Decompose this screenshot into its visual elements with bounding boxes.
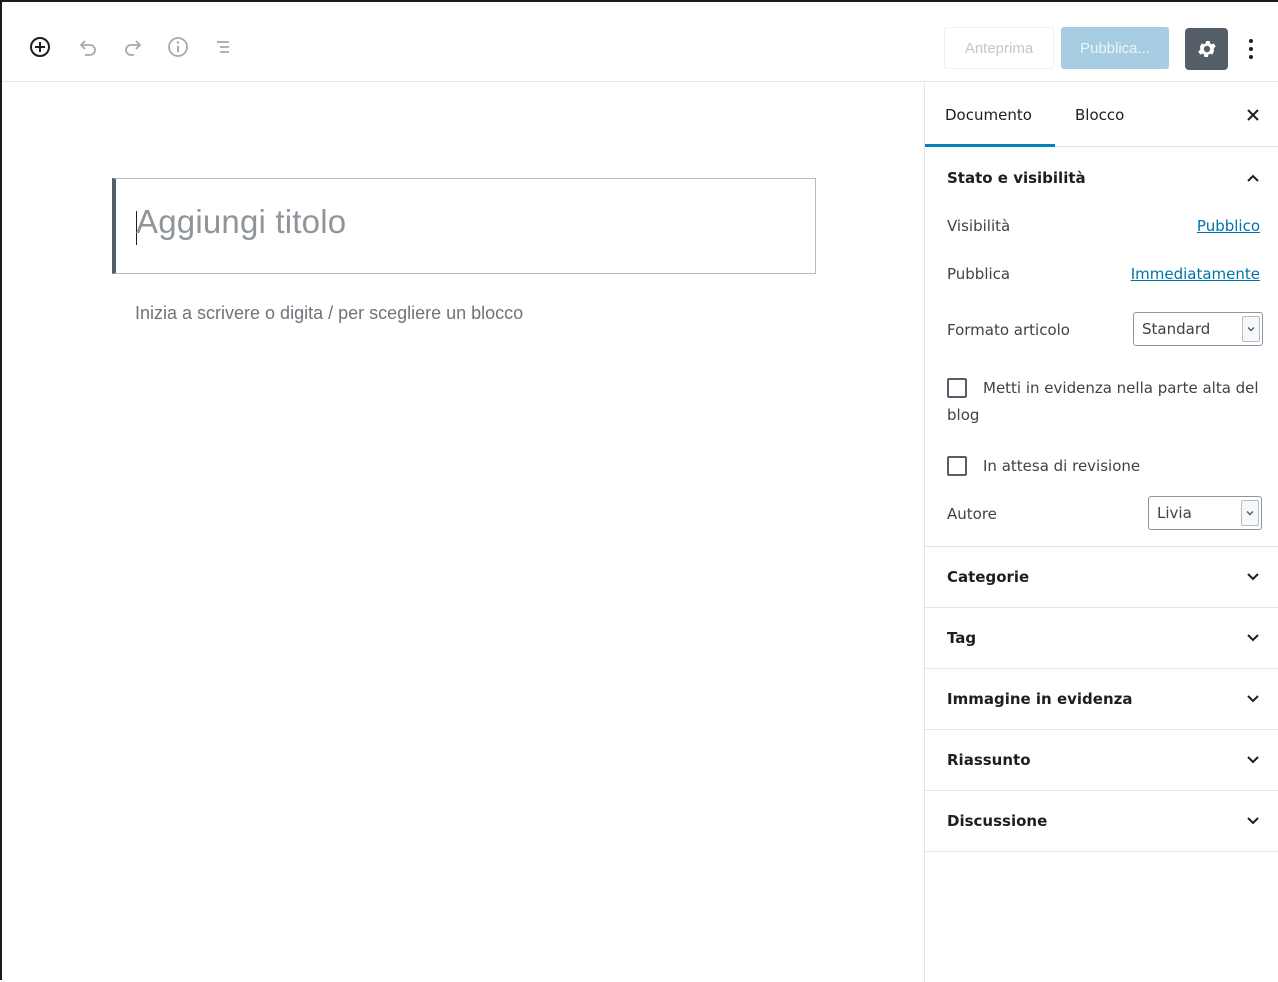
- panel-discussion-toggle[interactable]: Discussione: [925, 791, 1278, 851]
- chevron-down-icon: [1247, 695, 1259, 703]
- visibility-label: Visibilità: [947, 217, 1011, 235]
- panel-title: Categorie: [947, 568, 1030, 586]
- more-dot: [1249, 55, 1253, 59]
- chevron-down-icon: [1241, 500, 1259, 526]
- more-dot: [1249, 47, 1253, 51]
- panel-featured-image-toggle[interactable]: Immagine in evidenza: [925, 669, 1278, 729]
- title-placeholder: Aggiungi titolo: [136, 203, 347, 240]
- panel-title: Stato e visibilità: [947, 169, 1086, 187]
- undo-icon[interactable]: [74, 33, 102, 61]
- chevron-down-icon: [1247, 573, 1259, 581]
- top-toolbar: Anteprima Pubblica...: [2, 2, 1278, 82]
- settings-sidebar: Documento Blocco Stato e visibilità Visi…: [924, 83, 1278, 982]
- chevron-down-icon: [1247, 817, 1259, 825]
- gear-icon: [1197, 40, 1216, 58]
- panel-title: Discussione: [947, 812, 1048, 830]
- panel-excerpt-toggle[interactable]: Riassunto: [925, 730, 1278, 790]
- chevron-down-icon: [1247, 634, 1259, 642]
- author-select[interactable]: Livia: [1148, 496, 1262, 530]
- preview-button[interactable]: Anteprima: [944, 27, 1054, 69]
- sticky-label-line2: blog: [947, 406, 980, 424]
- redo-icon[interactable]: [119, 33, 147, 61]
- author-label: Autore: [947, 505, 997, 523]
- pending-review-checkbox[interactable]: [947, 456, 967, 476]
- post-format-label: Formato articolo: [947, 321, 1070, 339]
- panel-title: Riassunto: [947, 751, 1031, 769]
- panel-title: Immagine in evidenza: [947, 690, 1133, 708]
- visibility-link[interactable]: Pubblico: [1197, 217, 1260, 235]
- editor-window: Anteprima Pubblica... Aggiungi titolo In…: [0, 0, 1278, 982]
- chevron-down-icon: [1242, 316, 1260, 342]
- editor-canvas: Aggiungi titolo Inizia a scrivere o digi…: [2, 83, 924, 980]
- panel-status-visibility-toggle[interactable]: Stato e visibilità: [925, 148, 1278, 208]
- tab-document[interactable]: Documento: [925, 83, 1055, 147]
- info-icon[interactable]: [164, 33, 192, 61]
- post-title-field[interactable]: Aggiungi titolo: [112, 178, 816, 274]
- post-format-select[interactable]: Standard: [1133, 312, 1263, 346]
- divider: [925, 851, 1278, 852]
- list-outline-icon[interactable]: [209, 33, 237, 61]
- chevron-up-icon: [1247, 174, 1259, 182]
- panel-categories-toggle[interactable]: Categorie: [925, 547, 1278, 607]
- tab-block[interactable]: Blocco: [1055, 83, 1155, 147]
- publish-label: Pubblica: [947, 265, 1011, 283]
- panel-tags-toggle[interactable]: Tag: [925, 608, 1278, 668]
- panel-title: Tag: [947, 629, 977, 647]
- more-vertical-icon: [1249, 39, 1253, 43]
- close-icon[interactable]: [1243, 105, 1263, 125]
- sticky-checkbox[interactable]: [947, 378, 967, 398]
- sidebar-tabs: Documento Blocco: [925, 83, 1278, 147]
- chevron-down-icon: [1247, 756, 1259, 764]
- author-value: Livia: [1157, 504, 1192, 522]
- default-block-appender[interactable]: Inizia a scrivere o digita / per sceglie…: [135, 303, 523, 324]
- pending-review-label: In attesa di revisione: [983, 457, 1141, 475]
- settings-button[interactable]: [1185, 28, 1228, 70]
- publish-date-link[interactable]: Immediatamente: [1131, 265, 1260, 283]
- sticky-label-line1: Metti in evidenza nella parte alta del: [983, 379, 1259, 397]
- more-options-button[interactable]: [1238, 32, 1264, 66]
- plus-circle-icon[interactable]: [26, 33, 54, 61]
- publish-button[interactable]: Pubblica...: [1061, 27, 1169, 69]
- post-format-value: Standard: [1142, 320, 1211, 338]
